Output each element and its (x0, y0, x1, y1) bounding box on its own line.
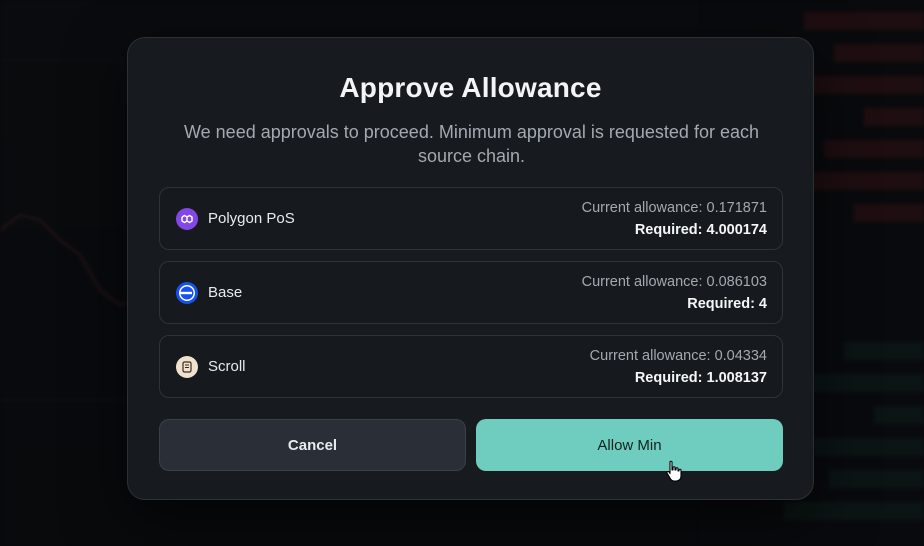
chain-row-base: Base Current allowance: 0.086103 Require… (159, 261, 783, 324)
required-allowance: Required: 4.000174 (634, 222, 767, 238)
approve-allowance-dialog: Approve Allowance We need approvals to p… (127, 37, 814, 500)
chain-name: Polygon PoS (208, 210, 295, 227)
dialog-subtitle: We need approvals to proceed. Minimum ap… (184, 122, 759, 166)
base-icon (176, 282, 198, 304)
chain-name: Scroll (208, 358, 246, 375)
current-allowance: Current allowance: 0.171871 (581, 200, 767, 216)
chain-name: Base (208, 284, 243, 301)
current-allowance: Current allowance: 0.04334 (589, 348, 767, 364)
dialog-title: Approve Allowance (339, 72, 602, 103)
polygon-icon (176, 208, 198, 230)
required-allowance: Required: 1.008137 (634, 370, 767, 386)
scroll-icon (176, 356, 198, 378)
allow-min-button[interactable]: Allow Min (476, 419, 783, 471)
current-allowance: Current allowance: 0.086103 (581, 274, 767, 290)
pointer-cursor-icon (666, 460, 682, 482)
required-allowance: Required: 4 (687, 296, 767, 312)
chain-row-scroll: Scroll Current allowance: 0.04334 Requir… (159, 335, 783, 398)
chain-row-polygon: Polygon PoS Current allowance: 0.171871 … (159, 187, 783, 250)
cancel-button[interactable]: Cancel (159, 419, 466, 471)
